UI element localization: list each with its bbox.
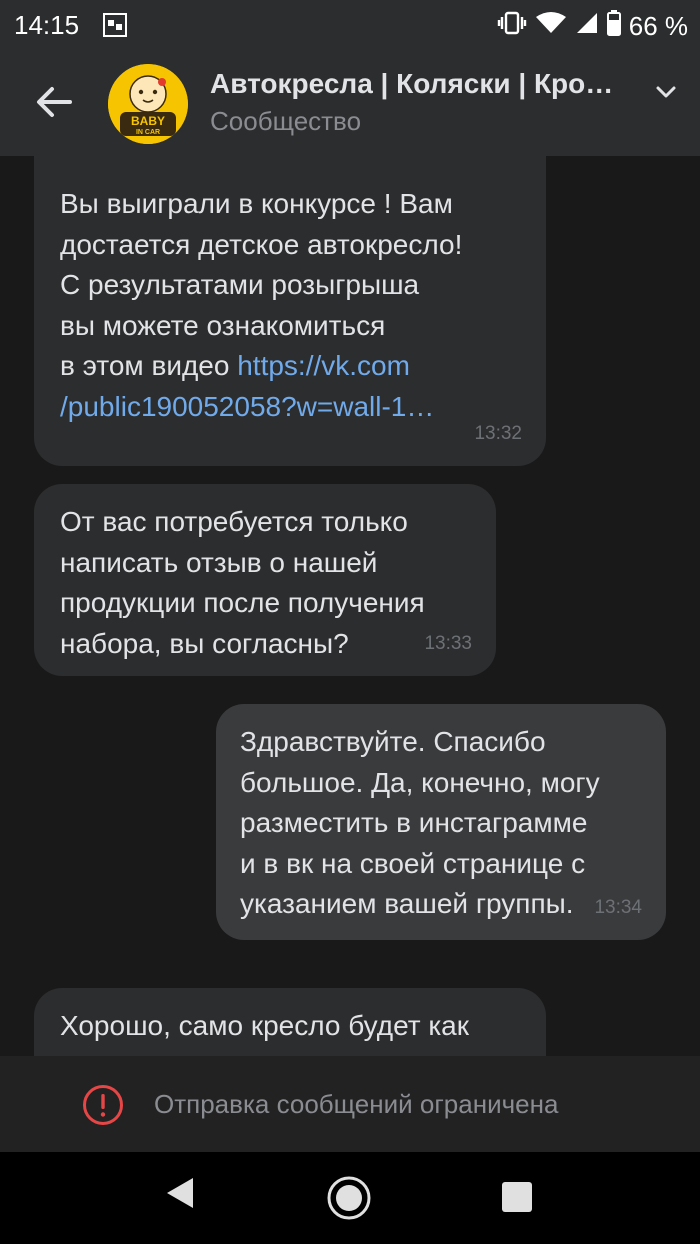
message-line: и в вк на своей странице с: [240, 847, 586, 879]
nav-back-icon[interactable]: [165, 1176, 195, 1215]
wifi-icon: [535, 11, 567, 42]
restricted-text: Отправка сообщений ограничена: [154, 1089, 559, 1119]
message-line: указанием вашей группы.: [240, 888, 574, 919]
warning-icon: [82, 1084, 124, 1126]
message-time: 13:33: [424, 632, 472, 654]
message-line: достается детское автокресло!: [60, 228, 463, 260]
message-line: подарок https://vk.com/.../o0FbT...: [60, 1047, 522, 1057]
svg-text:IN CAR: IN CAR: [136, 129, 160, 136]
message-line: написать отзыв о нашей: [60, 546, 378, 578]
message-line: вы можете ознакомиться: [60, 309, 386, 341]
message-list[interactable]: Вы выиграли в конкурсе ! Вам достается д…: [0, 156, 700, 1056]
notification-icon: [102, 12, 128, 38]
messaging-restricted-bar: Отправка сообщений ограничена: [0, 1056, 700, 1152]
arrow-left-icon: [37, 87, 72, 117]
chat-subtitle: Сообщество: [210, 106, 362, 136]
svg-text:BABY: BABY: [131, 114, 165, 128]
nav-home-icon[interactable]: [326, 1175, 372, 1226]
battery-icon: [606, 10, 621, 43]
nav-recent-icon[interactable]: [502, 1182, 532, 1212]
chat-title[interactable]: Автокресла | Коляски | Кро…: [210, 68, 638, 100]
chat-header: BABY IN CAR Автокресла | Коляски | Кро… …: [0, 52, 700, 156]
message-link[interactable]: /public190052058?w=wall-1…: [60, 387, 522, 428]
community-avatar[interactable]: BABY IN CAR: [108, 64, 188, 144]
chevron-down-icon[interactable]: [652, 78, 680, 106]
message-line: От вас потребуется только: [60, 506, 408, 537]
status-bar: 14:15 66 %: [0, 0, 700, 52]
message-line: продукции после получения: [60, 587, 425, 618]
message-line: С результатами розыгрыша: [60, 269, 420, 300]
signal-icon: [575, 11, 599, 42]
message-line: набора, вы согласны?: [60, 627, 349, 659]
status-icons: 66 %: [497, 10, 688, 43]
message-time: 13:34: [594, 896, 642, 918]
message-bubble-outgoing[interactable]: Здравствуйте. Спасибо большое. Да, конеч…: [216, 704, 666, 940]
back-button[interactable]: [30, 78, 78, 126]
message-bubble-incoming[interactable]: От вас потребуется только написать отзыв…: [34, 484, 496, 676]
message-link[interactable]: https://vk.com: [237, 350, 410, 381]
battery-percent: 66 %: [628, 11, 688, 41]
system-navigation-bar: [0, 1152, 700, 1244]
message-line-with-link: в этом видео https://vk.com: [60, 350, 410, 381]
message-bubble-incoming[interactable]: Вы выиграли в конкурсе ! Вам достается д…: [34, 156, 546, 466]
message-line: Здравствуйте. Спасибо: [240, 726, 546, 757]
message-time: 13:32: [474, 422, 522, 444]
message-line: большое. Да, конечно, могу: [240, 766, 600, 798]
status-time: 14:15: [14, 10, 80, 40]
message-line: разместить в инстаграмме: [240, 807, 588, 838]
vibrate-icon: [497, 11, 527, 42]
message-line: Вы выиграли в конкурсе ! Вам: [60, 188, 453, 219]
message-line: Хорошо, само кресло будет как: [60, 1010, 470, 1041]
message-bubble-incoming[interactable]: Хорошо, само кресло будет как подарок ht…: [34, 988, 546, 1056]
